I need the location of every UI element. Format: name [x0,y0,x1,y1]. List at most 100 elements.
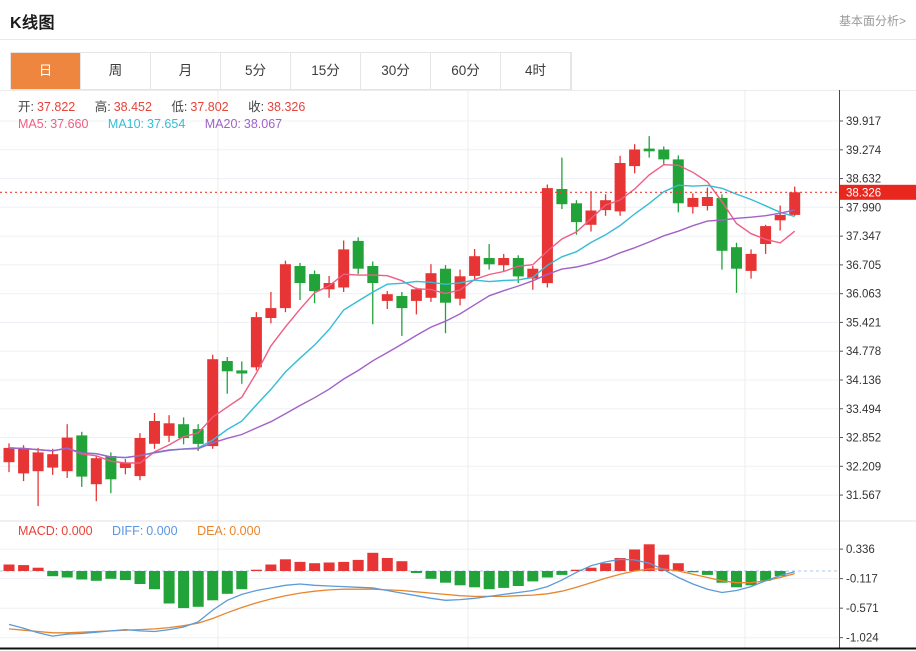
axis-tick-label: 39.917 [846,116,881,128]
macd-bar [644,544,655,571]
candle-body [236,370,247,373]
tab-60min[interactable]: 60分 [431,53,501,89]
candle-body [353,241,364,269]
candle-body [4,448,15,462]
candle-body [426,273,437,298]
candle-body [469,256,480,276]
macd-bar [76,571,87,580]
candle-body [295,266,306,283]
candle-body [484,258,495,264]
macd-bar [295,562,306,571]
current-price-tag-label: 38.326 [846,188,881,200]
macd-bar [498,571,509,588]
kline-chart: 39.91739.27438.63237.99037.34736.70536.0… [0,90,916,651]
macd-bar [411,571,422,573]
macd-bar [367,553,378,571]
axis-tick-label: 37.990 [846,202,881,214]
low-label: 低: [171,100,187,114]
open-value: 37.822 [37,100,75,114]
ma-legend: MA5:37.660 MA10:37.654 MA20:38.067 [18,117,298,131]
candle-body [746,254,757,271]
macd-bar [164,571,175,604]
macd-bar [62,571,73,578]
macd-label: MACD: [18,524,58,538]
macd-bar [222,571,233,594]
candle-body [62,438,73,472]
candle-body [18,449,29,474]
candle-body [440,269,451,303]
macd-bar [178,571,189,608]
axis-tick-label: 0.336 [846,544,875,556]
macd-bar [251,570,262,571]
macd-bar [600,563,611,571]
candle-body [338,249,349,287]
macd-bar [236,571,247,589]
close-label: 收: [248,100,264,114]
axis-tick-label: 36.063 [846,289,881,301]
macd-bar [120,571,131,580]
axis-tick-label: 31.567 [846,490,881,502]
period-tabs: 日 周 月 5分 15分 30分 60分 4时 [10,52,572,90]
axis-tick-label: 33.494 [846,404,882,416]
ma10-value: 37.654 [147,117,185,131]
candle-body [33,452,44,471]
tab-week[interactable]: 周 [81,53,151,89]
candle-body [789,192,800,215]
candle-body [149,421,160,444]
ma20-label: MA20: [205,117,241,131]
ma10-label: MA10: [108,117,144,131]
candle-body [222,361,233,371]
macd-bar [484,571,495,589]
axis-tick-label: 38.632 [846,174,881,186]
candle-body [411,289,422,301]
fundamental-analysis-link[interactable]: 基本面分析> [839,12,906,29]
axis-tick-label: 37.347 [846,231,881,243]
macd-bar [556,571,567,575]
candle-body [164,423,175,436]
candle-body [687,198,698,207]
candle-body [702,197,713,206]
candle-body [47,454,58,467]
tab-month[interactable]: 月 [151,53,221,89]
ohlc-legend: 开:37.822 高:38.452 低:37.802 收:38.326 [18,96,321,115]
macd-bar [105,571,116,579]
tab-5min[interactable]: 5分 [221,53,291,89]
macd-legend: MACD:0.000 DIFF:0.000 DEA:0.000 [18,524,277,538]
diff-label: DIFF: [112,524,143,538]
axis-tick-label: -1.024 [846,633,879,645]
axis-tick-label: 34.778 [846,346,881,358]
candle-body [731,247,742,269]
candle-body [615,163,626,211]
tab-4hour[interactable]: 4时 [501,53,571,89]
macd-bar [731,571,742,587]
page-header: K线图 基本面分析> [0,0,916,40]
candle-body [775,215,786,220]
macd-bar [265,565,276,572]
kline-chart-canvas[interactable]: 39.91739.27438.63237.99037.34736.70536.0… [0,90,916,651]
tab-15min[interactable]: 15分 [291,53,361,89]
low-value: 37.802 [190,100,228,114]
ma20-value: 38.067 [244,117,282,131]
macd-bar [309,563,320,571]
macd-bar [687,571,698,572]
tab-day[interactable]: 日 [11,53,81,89]
axis-tick-label: -0.117 [846,574,878,586]
candle-body [135,438,146,476]
axis-tick-label: 35.421 [846,317,881,329]
candle-body [207,359,218,446]
axis-tick-label: 36.705 [846,260,881,272]
macd-bar [527,571,538,581]
macd-bar [18,565,29,571]
high-value: 38.452 [114,100,152,114]
candle-body [382,294,393,301]
candle-body [91,458,102,484]
axis-tick-label: 32.209 [846,461,881,473]
macd-bar [207,571,218,600]
macd-value: 0.000 [61,524,92,538]
macd-bar [440,571,451,583]
axis-tick-label: 32.852 [846,433,881,445]
tab-30min[interactable]: 30分 [361,53,431,89]
macd-bar [542,571,553,578]
candle-body [396,296,407,308]
macd-bar [280,559,291,571]
